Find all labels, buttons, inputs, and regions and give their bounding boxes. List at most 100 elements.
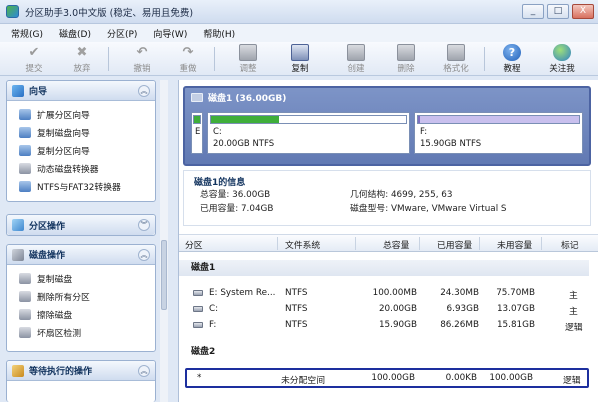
wizard-panel-header[interactable]: 向导 ︽ [7,81,155,101]
table-header: 分区 文件系统 总容量 已用容量 未用容量 标记 [179,234,598,252]
menu-bar: 常规(G) 磁盘(D) 分区(P) 向导(W) 帮助(H) [0,24,598,42]
left-pane: 向导 ︽ 扩展分区向导 复制磁盘向导 复制分区向导 动态磁盘转换器 NTFS与F… [6,80,156,402]
disk-total: 总容量: 36.00GB [200,190,271,200]
table-row[interactable]: E: System Re... NTFS 100.00MB 24.30MB 75… [185,286,589,302]
pending-icon [12,364,24,377]
wizard-panel: 向导 ︽ 扩展分区向导 复制磁盘向导 复制分区向导 动态磁盘转换器 NTFS与F… [6,80,156,202]
pending-ops-header[interactable]: 等待执行的操作 ︽ [7,361,155,381]
copy-disk-icon [19,272,31,284]
sidebar-item-dynamic-disk-converter[interactable]: 动态磁盘转换器 [7,159,155,177]
resize-drive-icon [239,44,257,61]
disk-map[interactable]: 磁盘1 (36.00GB) E C: 20.00GB NTFS F: 15.90… [183,86,591,166]
group-disk2[interactable]: 磁盘2 [179,344,589,360]
menu-general[interactable]: 常规(G) [4,27,50,40]
chevron-up-icon[interactable]: ︽ [138,248,150,261]
sidebar-item-ntfs-fat32-converter[interactable]: NTFS与FAT32转换器 [7,177,155,195]
globe-icon [553,44,571,61]
create-button[interactable]: 创建 [336,43,376,75]
redo-icon: ↷ [182,45,194,60]
discard-button[interactable]: ✖ 放弃 [62,43,102,75]
x-icon: ✖ [76,45,88,60]
disk-ops-header[interactable]: 磁盘操作 ︽ [7,245,155,265]
app-icon [6,5,19,18]
menu-help[interactable]: 帮助(H) [196,27,242,40]
disk-icon [12,248,24,261]
bad-sector-icon [19,326,31,338]
menu-wizard[interactable]: 向导(W) [146,27,194,40]
format-drive-icon [447,44,465,61]
window-title: 分区助手3.0中文版 (稳定、易用且免费) [25,7,194,19]
chevron-up-icon[interactable]: ︽ [138,84,150,97]
wizard-icon [12,84,24,97]
sidebar-item-bad-sector-check[interactable]: 坏扇区检测 [7,323,155,341]
disk-map-title: 磁盘1 (36.00GB) [208,93,287,104]
sidebar-item-copy-partition-wizard[interactable]: 复制分区向导 [7,141,155,159]
delete-partitions-icon [19,290,31,302]
undo-icon: ↶ [136,45,148,60]
right-pane: 磁盘1 (36.00GB) E C: 20.00GB NTFS F: 15.90… [178,80,598,402]
disk-used: 已用容量: 7.04GB [200,204,274,214]
resize-button[interactable]: 调整 [228,43,268,75]
tutorial-button[interactable]: ? 教程 [492,43,532,75]
disk-geometry: 几何结构: 4699, 255, 63 [350,190,453,200]
extend-icon [19,108,31,120]
disk-info-panel: 磁盘1的信息 总容量: 36.00GB 已用容量: 7.04GB 几何结构: 4… [183,170,591,226]
minimize-button[interactable]: _ [522,4,544,19]
col-partition[interactable]: 分区 [185,238,203,251]
usage-fill-c [211,116,280,123]
partition-block-e[interactable]: E [191,112,203,154]
delete-drive-icon [397,44,415,61]
sidebar-item-extend-wizard[interactable]: 扩展分区向导 [7,105,155,123]
table-row[interactable]: F: NTFS 15.90GB 86.26MB 15.81GB 逻辑 [185,318,589,334]
table-row[interactable]: C: NTFS 20.00GB 6.93GB 13.07GB 主 [185,302,589,318]
delete-button[interactable]: 删除 [386,43,426,75]
partition-table: 分区 文件系统 总容量 已用容量 未用容量 标记 磁盘1 E: System R… [179,234,598,402]
format-button[interactable]: 格式化 [436,43,476,75]
create-drive-icon [347,44,365,61]
sidebar-item-wipe-disk[interactable]: 擦除磁盘 [7,305,155,323]
group-disk1[interactable]: 磁盘1 [179,260,589,276]
partition-block-f[interactable]: F: 15.90GB NTFS [414,112,583,154]
convert-icon [19,180,31,192]
wipe-disk-icon [19,308,31,320]
redo-button[interactable]: ↷ 重做 [168,43,208,75]
title-bar: 分区助手3.0中文版 (稳定、易用且免费) _ □ X [0,0,598,24]
col-free[interactable]: 未用容量 [497,238,532,251]
help-icon: ? [503,44,521,61]
dynamic-disk-icon [19,162,31,174]
scroll-thumb[interactable] [161,240,167,310]
partition-ops-header[interactable]: 分区操作 ︾ [7,215,155,235]
disk-ops-panel: 磁盘操作 ︽ 复制磁盘 删除所有分区 擦除磁盘 坏扇区检测 [6,244,156,352]
col-flag[interactable]: 标记 [561,238,579,251]
copy-button[interactable]: 复制 [280,43,320,75]
menu-disk[interactable]: 磁盘(D) [52,27,98,40]
partition-block-c[interactable]: C: 20.00GB NTFS [207,112,410,154]
copy-disk-icon [19,126,31,138]
submit-button[interactable]: ✔ 提交 [14,43,54,75]
disk-icon [191,92,203,102]
chevron-down-icon[interactable]: ︾ [138,219,150,231]
col-total[interactable]: 总容量 [383,238,409,251]
close-button[interactable]: X [572,4,594,19]
sidebar-item-copy-disk-wizard[interactable]: 复制磁盘向导 [7,123,155,141]
drive-icon [193,290,203,296]
left-pane-scrollbar[interactable] [160,80,168,402]
sidebar-item-copy-disk[interactable]: 复制磁盘 [7,269,155,287]
menu-partition[interactable]: 分区(P) [100,27,144,40]
copy-drive-icon [291,44,309,61]
table-row-selected[interactable]: * 未分配空间 100.00GB 0.00KB 100.00GB 逻辑 [185,368,589,388]
toolbar: ✔ 提交 ✖ 放弃 ↶ 撤销 ↷ 重做 调整 复制 创建 删除 格式化 ? 教程 [0,42,598,76]
partition-ops-panel: 分区操作 ︾ [6,214,156,236]
restore-button[interactable]: □ [547,4,569,19]
pending-ops-panel: 等待执行的操作 ︽ [6,360,156,402]
chevron-up-icon[interactable]: ︽ [138,364,150,377]
disk-model: 磁盘型号: VMware, VMware Virtual S [350,204,507,214]
follow-me-button[interactable]: 关注我 [542,43,582,75]
undo-button[interactable]: ↶ 撤销 [122,43,162,75]
check-icon: ✔ [28,45,40,60]
partition-icon [12,219,24,231]
sidebar-item-delete-all-partitions[interactable]: 删除所有分区 [7,287,155,305]
col-used[interactable]: 已用容量 [437,238,472,251]
drive-icon [193,322,203,328]
col-filesystem[interactable]: 文件系统 [285,238,320,251]
